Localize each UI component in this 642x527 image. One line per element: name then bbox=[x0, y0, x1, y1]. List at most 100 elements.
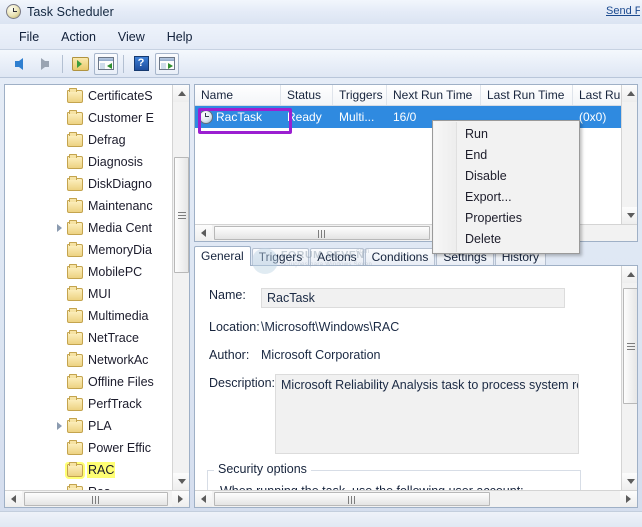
security-options-legend: Security options bbox=[214, 462, 311, 476]
window-title: Task Scheduler bbox=[27, 5, 114, 19]
list-scroll-down-button[interactable] bbox=[622, 207, 637, 224]
back-button[interactable] bbox=[7, 53, 31, 75]
tree-item-defrag[interactable]: Defrag bbox=[5, 129, 172, 151]
menu-view[interactable]: View bbox=[107, 27, 156, 47]
tree-scroll-down-button[interactable] bbox=[173, 473, 189, 490]
tree-item-pla[interactable]: PLA bbox=[5, 415, 172, 437]
folder-icon bbox=[67, 395, 83, 411]
details-scroll-right-button[interactable] bbox=[620, 491, 637, 507]
show-action-pane-button[interactable] bbox=[155, 52, 179, 75]
clock-icon bbox=[6, 4, 22, 20]
tree-item-perftrack[interactable]: PerfTrack bbox=[5, 393, 172, 415]
tree-item-label: Diagnosis bbox=[88, 155, 143, 169]
folder-icon bbox=[67, 263, 83, 279]
folder-icon bbox=[67, 175, 83, 191]
tree-item-certificates[interactable]: CertificateS bbox=[5, 85, 172, 107]
folder-icon bbox=[67, 285, 83, 301]
details-hscrollbar-thumb[interactable] bbox=[214, 492, 490, 506]
details-horizontal-scrollbar[interactable] bbox=[195, 490, 637, 507]
tree-scrollbar-thumb[interactable] bbox=[174, 157, 189, 273]
folder-icon bbox=[67, 219, 83, 235]
name-label: Name: bbox=[209, 288, 246, 302]
list-hscrollbar-thumb[interactable] bbox=[214, 226, 430, 240]
folder-icon bbox=[67, 197, 83, 213]
tree-item-ras[interactable]: Ras bbox=[5, 481, 172, 490]
tree-vertical-scrollbar[interactable] bbox=[172, 85, 189, 490]
details-scroll-down-button[interactable] bbox=[622, 473, 637, 490]
context-menu-item-end[interactable]: End bbox=[433, 145, 579, 166]
chevron-right-icon[interactable] bbox=[57, 224, 62, 232]
new-folder-button[interactable] bbox=[68, 53, 92, 75]
status-bar bbox=[0, 511, 642, 527]
column-header-last-run-time[interactable]: Last Run Time bbox=[481, 85, 573, 105]
tree-item-offline-files[interactable]: Offline Files bbox=[5, 371, 172, 393]
cell-status: Ready bbox=[287, 110, 322, 124]
help-button[interactable]: ? bbox=[129, 53, 153, 75]
send-feedback-link[interactable]: Send F bbox=[606, 5, 640, 17]
cell-triggers: Multi... bbox=[339, 110, 375, 124]
tree-scroll-up-button[interactable] bbox=[173, 85, 189, 102]
tree-scroll-right-button[interactable] bbox=[172, 491, 189, 507]
tree-horizontal-scrollbar[interactable] bbox=[5, 490, 189, 507]
menu-action[interactable]: Action bbox=[50, 27, 107, 47]
location-field-row: Location: \Microsoft\Windows\RAC bbox=[195, 320, 399, 334]
context-menu-item-properties[interactable]: Properties bbox=[433, 208, 579, 229]
tree-hscrollbar-thumb[interactable] bbox=[24, 492, 168, 506]
tree-item-label: CertificateS bbox=[88, 89, 153, 103]
tree-item-label: NetworkAc bbox=[88, 353, 149, 367]
column-header-name[interactable]: Name bbox=[195, 85, 281, 105]
tree-item-label: MemoryDia bbox=[88, 243, 152, 257]
tree-item-power-effic[interactable]: Power Effic bbox=[5, 437, 172, 459]
list-scroll-up-button[interactable] bbox=[622, 85, 637, 102]
show-console-tree-button[interactable] bbox=[94, 52, 118, 75]
folder-icon bbox=[67, 373, 83, 389]
details-scroll-left-button[interactable] bbox=[195, 491, 212, 507]
chevron-right-icon[interactable] bbox=[57, 422, 62, 430]
list-scroll-left-button[interactable] bbox=[195, 225, 212, 241]
tree-item-networkac[interactable]: NetworkAc bbox=[5, 349, 172, 371]
folder-icon bbox=[67, 329, 83, 345]
tree-item-media-cent[interactable]: Media Cent bbox=[5, 217, 172, 239]
folder-icon bbox=[67, 307, 83, 323]
tab-general[interactable]: General bbox=[194, 246, 251, 266]
context-menu-item-delete[interactable]: Delete bbox=[433, 229, 579, 250]
tree-item-label: DiskDiagno bbox=[88, 177, 152, 191]
tree-item-mui[interactable]: MUI bbox=[5, 283, 172, 305]
tree-item-label: PLA bbox=[88, 419, 112, 433]
task-list-header: Name Status Triggers Next Run Time Last Run … bbox=[195, 85, 637, 106]
context-menu-item-run[interactable]: Run bbox=[433, 124, 579, 145]
menu-help[interactable]: Help bbox=[156, 27, 204, 47]
tree-item-label: MUI bbox=[88, 287, 111, 301]
tree-item-memorydia[interactable]: MemoryDia bbox=[5, 239, 172, 261]
tree-item-rac[interactable]: RAC bbox=[5, 459, 172, 481]
toolbar-separator-1 bbox=[62, 54, 63, 73]
tree-scroll-left-button[interactable] bbox=[5, 491, 22, 507]
details-scrollbar-thumb[interactable] bbox=[623, 288, 637, 404]
tree-item-diagnosis[interactable]: Diagnosis bbox=[5, 151, 172, 173]
forward-button[interactable] bbox=[33, 53, 57, 75]
tree-item-label: Maintenanc bbox=[88, 199, 153, 213]
list-vertical-scrollbar[interactable] bbox=[621, 85, 637, 224]
tree-item-customer-e[interactable]: Customer E bbox=[5, 107, 172, 129]
details-scroll-up-button[interactable] bbox=[622, 266, 637, 283]
column-header-next-run-time[interactable]: Next Run Time bbox=[387, 85, 481, 105]
tab-triggers[interactable]: Triggers bbox=[251, 248, 310, 266]
tab-actions[interactable]: Actions bbox=[310, 248, 364, 266]
tree-item-maintenanc[interactable]: Maintenanc bbox=[5, 195, 172, 217]
tab-conditions[interactable]: Conditions bbox=[364, 248, 436, 266]
location-value: \Microsoft\Windows\RAC bbox=[261, 320, 400, 334]
folder-icon bbox=[67, 439, 83, 455]
column-header-status[interactable]: Status bbox=[281, 85, 333, 105]
tree-item-diskdiagno[interactable]: DiskDiagno bbox=[5, 173, 172, 195]
tree-item-nettrace[interactable]: NetTrace bbox=[5, 327, 172, 349]
column-header-triggers[interactable]: Triggers bbox=[333, 85, 387, 105]
tree-item-label: Power Effic bbox=[88, 441, 151, 455]
tree-item-multimedia[interactable]: Multimedia bbox=[5, 305, 172, 327]
details-vertical-scrollbar[interactable] bbox=[621, 266, 637, 490]
task-scheduler-window: Task Scheduler Send F File Action View H… bbox=[0, 0, 642, 527]
task-clock-icon bbox=[199, 110, 213, 124]
context-menu-item-disable[interactable]: Disable bbox=[433, 166, 579, 187]
tree-item-mobilepc[interactable]: MobilePC bbox=[5, 261, 172, 283]
context-menu-item-export-[interactable]: Export... bbox=[433, 187, 579, 208]
menu-file[interactable]: File bbox=[8, 27, 50, 47]
